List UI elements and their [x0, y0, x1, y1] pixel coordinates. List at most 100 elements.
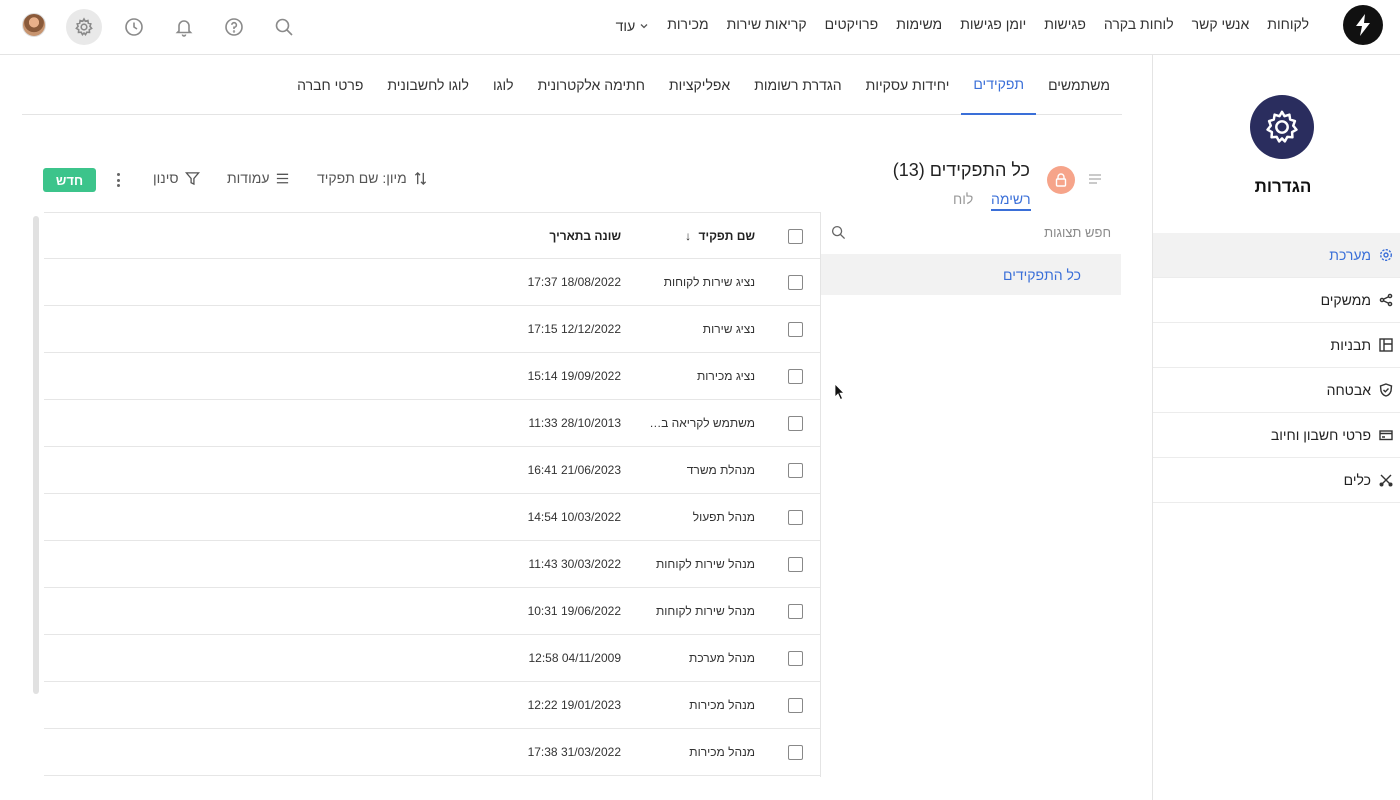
avatar[interactable] [22, 13, 46, 37]
gear-icon [75, 17, 93, 36]
table-header-row: שם תפקיד ↓ שונה בתאריך [44, 212, 820, 259]
share-icon [1379, 293, 1393, 307]
table-row[interactable]: נציג שירות 17:15 12/12/2022 [44, 306, 820, 353]
role-name[interactable]: נציג שירות לקוחות [664, 275, 755, 289]
clock-icon [125, 18, 143, 36]
tab-invoice-logo[interactable]: לוגו לחשבונית [375, 55, 481, 115]
role-name[interactable]: מנהל תפעול [693, 510, 755, 524]
table-row[interactable]: נציג מכירות 15:14 19/09/2022 [44, 353, 820, 400]
tab-logo[interactable]: לוגו [481, 55, 526, 115]
row-checkbox[interactable] [788, 275, 803, 290]
filter-button[interactable]: סינון [153, 170, 200, 186]
row-checkbox[interactable] [788, 510, 803, 525]
view-item-all-roles[interactable]: כל התפקידים [821, 254, 1121, 295]
sidebar-item-system[interactable]: מערכת [1153, 233, 1400, 278]
topnav-more-menu[interactable]: עוד [598, 14, 659, 34]
sidebar-item-label: אבטחה [1326, 382, 1371, 398]
row-checkbox[interactable] [788, 745, 803, 760]
scrollbar[interactable] [33, 216, 39, 694]
notifications-button[interactable] [166, 9, 202, 45]
search-button[interactable] [266, 9, 302, 45]
layout-icon [1379, 338, 1393, 352]
modified-date: 11:33 28/10/2013 [528, 416, 621, 430]
search-icon [275, 18, 293, 36]
more-options-icon[interactable] [112, 171, 124, 189]
sidebar-item-templates[interactable]: תבניות [1153, 323, 1400, 368]
column-header-date[interactable]: שונה בתאריך [549, 229, 621, 243]
view-tab-board[interactable]: לוח [953, 191, 973, 207]
tab-users[interactable]: משתמשים [1036, 55, 1122, 115]
role-name[interactable]: מנהל מערכת [689, 651, 755, 665]
role-name[interactable]: נציג שירות [703, 322, 755, 336]
modified-date: 12:22 19/01/2023 [527, 698, 621, 712]
tab-business-units[interactable]: יחידות עסקיות [854, 55, 962, 115]
views-panel: כל התפקידים [820, 212, 1121, 777]
new-role-button[interactable]: חדש [43, 168, 96, 192]
sidebar-item-integrations[interactable]: ממשקים [1153, 278, 1400, 323]
table-row[interactable]: מנהל שירות לקוחות 10:31 19/06/2022 [44, 588, 820, 635]
topnav-item-contacts[interactable]: אנשי קשר [1183, 16, 1259, 32]
app-logo[interactable] [1343, 5, 1383, 45]
sidebar-item-security[interactable]: אבטחה [1153, 368, 1400, 413]
role-name[interactable]: משתמש לקריאה בלבד [649, 416, 755, 430]
tab-e-signature[interactable]: חתימה אלקטרונית [526, 55, 657, 115]
table-row[interactable]: מנהל מכירות 17:38 31/03/2022 [44, 729, 820, 776]
table-row[interactable]: מנהל מכירות 12:22 19/01/2023 [44, 682, 820, 729]
settings-title: הגדרות [1254, 177, 1312, 196]
table-row[interactable]: נציג שירות לקוחות 17:37 18/08/2022 [44, 259, 820, 306]
topnav-item-projects[interactable]: פרויקטים [816, 16, 888, 32]
topnav-item-customers[interactable]: לקוחות [1258, 16, 1318, 32]
top-navigation: לקוחות אנשי קשר לוחות בקרה פגישות יומן פ… [598, 0, 1318, 48]
role-name[interactable]: מנהל מכירות [689, 698, 755, 712]
tab-applications[interactable]: אפליקציות [657, 55, 742, 115]
settings-button[interactable] [66, 9, 102, 45]
table-row[interactable]: מנהל מערכת 12:58 04/11/2009 [44, 635, 820, 682]
help-button[interactable] [216, 9, 252, 45]
role-name[interactable]: מנהל מכירות [689, 745, 755, 759]
sidebar-item-billing[interactable]: פרטי חשבון וחיוב [1153, 413, 1400, 458]
table-row[interactable]: מנהל תפעול 14:54 10/03/2022 [44, 494, 820, 541]
row-checkbox[interactable] [788, 651, 803, 666]
role-name[interactable]: נציג מכירות [697, 369, 755, 383]
row-checkbox[interactable] [788, 463, 803, 478]
role-name[interactable]: מנהל שירות לקוחות [656, 557, 755, 571]
sort-button[interactable]: מיון: שם תפקיד [317, 170, 428, 186]
list-menu-icon[interactable] [1088, 172, 1102, 186]
topnav-item-service-calls[interactable]: קריאות שירות [718, 16, 816, 32]
row-checkbox[interactable] [788, 322, 803, 337]
sidebar-item-label: תבניות [1330, 337, 1371, 353]
views-search-input[interactable] [871, 225, 1111, 240]
row-checkbox[interactable] [788, 369, 803, 384]
tab-record-settings[interactable]: הגדרת רשומות [742, 55, 853, 115]
row-checkbox[interactable] [788, 698, 803, 713]
view-tab-list[interactable]: רשימה [991, 191, 1031, 211]
topnav-item-dashboards[interactable]: לוחות בקרה [1095, 16, 1183, 32]
tab-roles[interactable]: תפקידים [961, 55, 1037, 115]
columns-label: עמודות [227, 170, 270, 186]
topnav-item-sales[interactable]: מכירות [658, 16, 717, 32]
table-row[interactable]: מנהל שירות לקוחות 11:43 30/03/2022 [44, 541, 820, 588]
modified-date: 17:38 31/03/2022 [527, 745, 621, 759]
row-checkbox[interactable] [788, 604, 803, 619]
search-icon[interactable] [831, 225, 846, 240]
role-name[interactable]: מנהלת משרד [687, 463, 755, 477]
column-header-name[interactable]: שם תפקיד ↓ [685, 229, 755, 243]
settings-menu: מערכת ממשקים תבניות אבטחה פרטי חשבון וחי… [1153, 233, 1400, 503]
settings-tabs: משתמשים תפקידים יחידות עסקיות הגדרת רשומ… [22, 55, 1122, 115]
role-name[interactable]: מנהל שירות לקוחות [656, 604, 755, 618]
topnav-more-label: עוד [615, 18, 636, 34]
topnav-item-meetings[interactable]: פגישות [1035, 16, 1095, 32]
table-row[interactable]: מנהלת משרד 16:41 21/06/2023 [44, 447, 820, 494]
filter-icon [184, 171, 200, 185]
history-button[interactable] [116, 9, 152, 45]
topnav-item-calendar[interactable]: יומן פגישות [951, 16, 1035, 32]
topnav-item-tasks[interactable]: משימות [887, 16, 951, 32]
columns-button[interactable]: עמודות [227, 170, 290, 186]
select-all-checkbox[interactable] [788, 229, 803, 244]
sidebar-item-tools[interactable]: כלים [1153, 458, 1400, 503]
table-row[interactable]: משתמש לקריאה בלבד 11:33 28/10/2013 [44, 400, 820, 447]
tab-company-details[interactable]: פרטי חברה [285, 55, 375, 115]
modified-date: 10:31 19/06/2022 [527, 604, 621, 618]
row-checkbox[interactable] [788, 557, 803, 572]
row-checkbox[interactable] [788, 416, 803, 431]
